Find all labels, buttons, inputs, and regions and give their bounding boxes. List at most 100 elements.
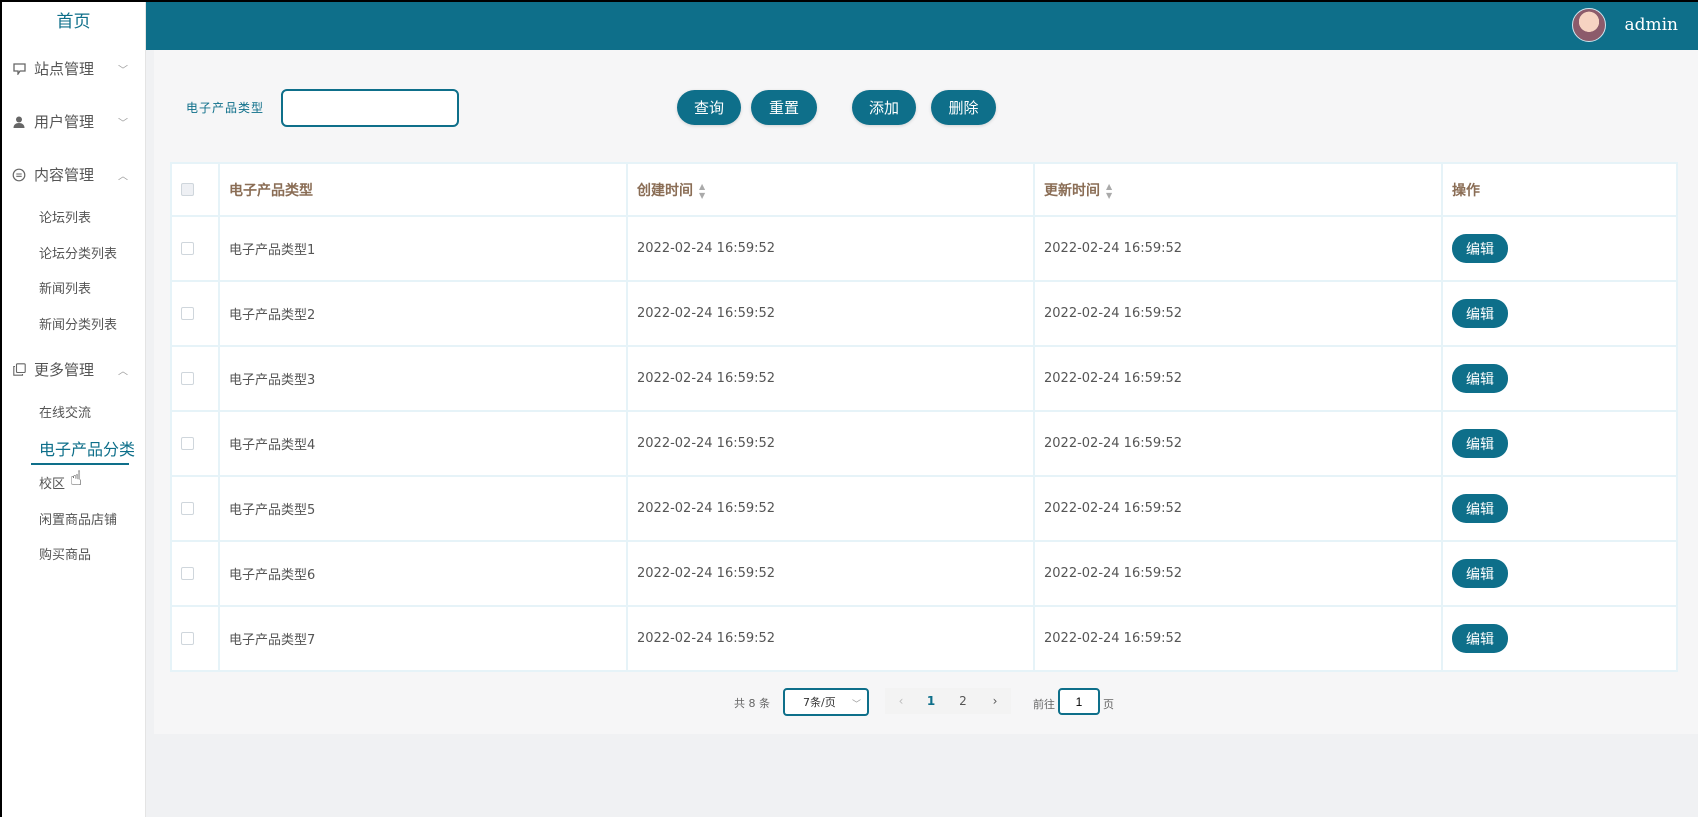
sidebar-item-idle-shop[interactable]: 闲置商品店铺 bbox=[2, 503, 145, 539]
sidebar-item-news-category[interactable]: 新闻分类列表 bbox=[2, 308, 145, 344]
row-checkbox[interactable] bbox=[181, 502, 194, 515]
sidebar-item-forum-list[interactable]: 论坛列表 bbox=[2, 201, 145, 237]
table-row: 电子产品类型7 2022-02-24 16:59:52 2022-02-24 1… bbox=[170, 605, 1678, 672]
row-checkbox[interactable] bbox=[181, 632, 194, 645]
cell-updated: 2022-02-24 16:59:52 bbox=[1033, 215, 1443, 282]
chevron-down-icon: ﹀ bbox=[118, 65, 128, 76]
page-button-2[interactable]: 2 bbox=[947, 688, 979, 714]
goto-page-input[interactable] bbox=[1058, 688, 1100, 715]
table-body: 电子产品类型1 2022-02-24 16:59:52 2022-02-24 1… bbox=[170, 215, 1678, 672]
search-label: 电子产品类型 bbox=[186, 101, 265, 115]
sidebar-item-forum-category[interactable]: 论坛分类列表 bbox=[2, 237, 145, 273]
page-size-value: 7条/页 bbox=[803, 696, 836, 709]
page-button-1[interactable]: 1 bbox=[915, 688, 947, 714]
select-all-cell bbox=[170, 162, 220, 217]
avatar[interactable] bbox=[1572, 8, 1607, 42]
edit-button[interactable]: 编辑 bbox=[1452, 494, 1508, 523]
cell-type: 电子产品类型3 bbox=[218, 345, 628, 412]
user-menu[interactable]: admin bbox=[1572, 8, 1678, 42]
menu-group-label: 站点管理 bbox=[34, 60, 95, 78]
cell-updated: 2022-02-24 16:59:52 bbox=[1033, 540, 1443, 607]
cell-action: 编辑 bbox=[1441, 345, 1678, 412]
menu-group-site[interactable]: 站点管理 ﹀ bbox=[2, 42, 145, 95]
add-button[interactable]: 添加 bbox=[852, 90, 916, 125]
edit-button[interactable]: 编辑 bbox=[1452, 559, 1508, 588]
sidebar: 首页 站点管理 ﹀ 用户管理 ﹀ 内容管理 ︿ 论坛列表 论坛分类列表 新闻列表… bbox=[2, 2, 146, 817]
chevron-down-icon: ﹀ bbox=[851, 700, 861, 710]
chevron-up-icon: ︿ bbox=[118, 366, 128, 377]
menu-group-content[interactable]: 内容管理 ︿ bbox=[2, 148, 145, 201]
row-checkbox[interactable] bbox=[181, 242, 194, 255]
goto-suffix: 页 bbox=[1103, 698, 1114, 711]
edit-button[interactable]: 编辑 bbox=[1452, 429, 1508, 458]
col-header-created[interactable]: 创建时间 ▲ ▼ bbox=[626, 162, 1035, 217]
menu-group-label: 内容管理 bbox=[34, 166, 95, 184]
data-table: 电子产品类型 创建时间 ▲ ▼ 更新时间 ▲ ▼ 操作 电子产品类型1 2022-02-… bbox=[170, 162, 1678, 672]
sort-icon[interactable]: ▲ ▼ bbox=[1106, 182, 1112, 200]
select-all-checkbox[interactable] bbox=[181, 183, 194, 196]
cell-created: 2022-02-24 16:59:52 bbox=[626, 345, 1035, 412]
row-checkbox-cell bbox=[170, 605, 220, 672]
sidebar-item-online-chat[interactable]: 在线交流 bbox=[2, 396, 145, 432]
col-header-created-label: 创建时间 bbox=[637, 182, 693, 199]
monitor-icon bbox=[12, 62, 26, 76]
cell-created: 2022-02-24 16:59:52 bbox=[626, 605, 1035, 672]
cell-updated: 2022-02-24 16:59:52 bbox=[1033, 345, 1443, 412]
cell-action: 编辑 bbox=[1441, 605, 1678, 672]
cell-action: 编辑 bbox=[1441, 280, 1678, 347]
edit-button[interactable]: 编辑 bbox=[1452, 234, 1508, 263]
cell-updated: 2022-02-24 16:59:52 bbox=[1033, 410, 1443, 477]
menu-group-label: 用户管理 bbox=[34, 113, 95, 131]
col-header-updated[interactable]: 更新时间 ▲ ▼ bbox=[1033, 162, 1443, 217]
row-checkbox-cell bbox=[170, 280, 220, 347]
delete-button[interactable]: 删除 bbox=[931, 90, 996, 125]
table-row: 电子产品类型5 2022-02-24 16:59:52 2022-02-24 1… bbox=[170, 475, 1678, 542]
edit-button[interactable]: 编辑 bbox=[1452, 624, 1508, 653]
row-checkbox[interactable] bbox=[181, 372, 194, 385]
sort-icon[interactable]: ▲ ▼ bbox=[699, 182, 705, 200]
edit-button[interactable]: 编辑 bbox=[1452, 364, 1508, 393]
edit-button[interactable]: 编辑 bbox=[1452, 299, 1508, 328]
sidebar-item-product-category[interactable]: 电子产品分类 bbox=[2, 432, 145, 468]
cell-type: 电子产品类型5 bbox=[218, 475, 628, 542]
prev-page-button[interactable]: ‹ bbox=[885, 688, 917, 714]
menu-group-more[interactable]: 更多管理 ︿ bbox=[2, 343, 145, 396]
cell-action: 编辑 bbox=[1441, 475, 1678, 542]
cell-updated: 2022-02-24 16:59:52 bbox=[1033, 280, 1443, 347]
user-icon bbox=[12, 115, 26, 129]
table-row: 电子产品类型2 2022-02-24 16:59:52 2022-02-24 1… bbox=[170, 280, 1678, 347]
sidebar-item-purchase[interactable]: 购买商品 bbox=[2, 538, 145, 574]
query-button[interactable]: 查询 bbox=[677, 90, 741, 125]
col-header-action: 操作 bbox=[1441, 162, 1678, 217]
search-input[interactable] bbox=[281, 89, 459, 127]
message-icon bbox=[12, 168, 26, 182]
chevron-left-icon: ‹ bbox=[898, 694, 904, 708]
row-checkbox-cell bbox=[170, 540, 220, 607]
menu-group-user[interactable]: 用户管理 ﹀ bbox=[2, 95, 145, 148]
top-bar: admin bbox=[146, 2, 1698, 50]
row-checkbox-cell bbox=[170, 410, 220, 477]
row-checkbox[interactable] bbox=[181, 307, 194, 320]
cell-updated: 2022-02-24 16:59:52 bbox=[1033, 605, 1443, 672]
page-size-select[interactable]: 7条/页 ﹀ bbox=[783, 688, 869, 716]
row-checkbox-cell bbox=[170, 215, 220, 282]
home-link[interactable]: 首页 bbox=[2, 2, 145, 42]
cell-created: 2022-02-24 16:59:52 bbox=[626, 475, 1035, 542]
table-row: 电子产品类型6 2022-02-24 16:59:52 2022-02-24 1… bbox=[170, 540, 1678, 607]
cell-created: 2022-02-24 16:59:52 bbox=[626, 215, 1035, 282]
menu-group-label: 更多管理 bbox=[34, 361, 95, 379]
cell-updated: 2022-02-24 16:59:52 bbox=[1033, 475, 1443, 542]
chevron-right-icon: › bbox=[992, 694, 998, 708]
cell-action: 编辑 bbox=[1441, 410, 1678, 477]
pagination-total: 共 8 条 bbox=[734, 697, 770, 710]
cell-type: 电子产品类型6 bbox=[218, 540, 628, 607]
row-checkbox[interactable] bbox=[181, 437, 194, 450]
next-page-button[interactable]: › bbox=[979, 688, 1011, 714]
sidebar-item-news-list[interactable]: 新闻列表 bbox=[2, 272, 145, 308]
hand-cursor-icon: ☝ bbox=[70, 466, 83, 490]
cell-type: 电子产品类型1 bbox=[218, 215, 628, 282]
reset-button[interactable]: 重置 bbox=[751, 90, 817, 125]
cell-created: 2022-02-24 16:59:52 bbox=[626, 410, 1035, 477]
chevron-down-icon: ﹀ bbox=[118, 118, 128, 129]
row-checkbox[interactable] bbox=[181, 567, 194, 580]
